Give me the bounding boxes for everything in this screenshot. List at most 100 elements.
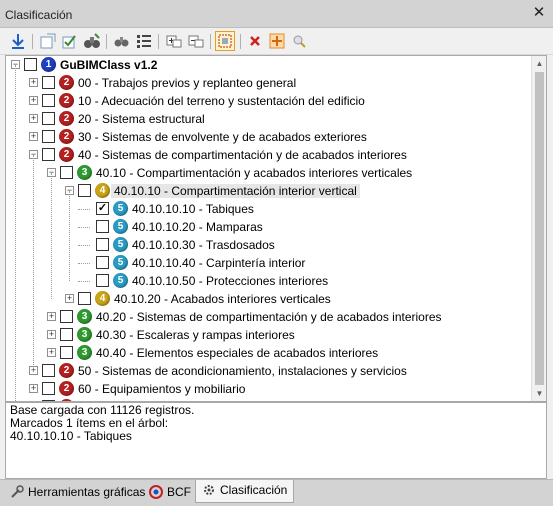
classification-icon <box>202 483 216 500</box>
checkbox[interactable] <box>42 148 55 161</box>
checkbox[interactable] <box>42 364 55 377</box>
level-badge-icon: 2 <box>59 363 74 378</box>
tree-node-label: 00 - Trabajos previos y replanteo genera… <box>78 76 297 90</box>
level-badge-icon: 2 <box>59 129 74 144</box>
checkbox[interactable] <box>42 94 55 107</box>
expand-toggle-icon[interactable]: + <box>29 132 38 141</box>
bcf-icon <box>149 485 163 502</box>
scroll-thumb[interactable] <box>535 72 544 385</box>
tree-node[interactable]: +2 30 - Sistemas de envolvente y de acaba… <box>6 128 532 146</box>
tree-node-label: 50 - Sistemas de acondicionamiento, inst… <box>78 364 407 378</box>
expand-all-icon[interactable] <box>164 31 184 51</box>
checkbox[interactable] <box>96 256 109 269</box>
classification-tree[interactable]: −1 GuBIMClass v1.2 +2 00 - Trabajos previos… <box>5 55 547 402</box>
expand-toggle-icon[interactable]: + <box>29 96 38 105</box>
tree-node[interactable]: +3 40.30 - Escaleras y rampas interiores <box>6 326 532 344</box>
tree-node[interactable]: +2 20 - Sistema estructural <box>6 110 532 128</box>
checkbox-checked[interactable]: ✓ <box>96 202 109 215</box>
level-badge-icon: 5 <box>113 219 128 234</box>
tree-node[interactable]: +2 50 - Sistemas de acondicionamiento, in… <box>6 362 532 380</box>
tab-herramientas-graficas[interactable]: Herramientas gráficas <box>4 482 151 503</box>
tree-node-label: 40 - Sistemas de compartimentación y de … <box>78 148 407 162</box>
checkbox[interactable] <box>42 382 55 395</box>
panel-title: Clasificación <box>5 8 73 22</box>
tree-node[interactable]: +3 40.20 - Sistemas de compartimentación … <box>6 308 532 326</box>
level-badge-icon: 3 <box>77 309 92 324</box>
scroll-down-icon[interactable]: ▼ <box>532 386 546 401</box>
tree-node-label: 40.10.10.20 - Mamparas <box>132 220 263 234</box>
list-icon[interactable] <box>134 31 154 51</box>
move-icon[interactable] <box>267 31 287 51</box>
checkbox[interactable] <box>24 58 37 71</box>
level-badge-icon: 5 <box>113 273 128 288</box>
tab-label: Clasificación <box>220 483 288 497</box>
tab-label: Herramientas gráficas <box>28 485 146 499</box>
level-badge-icon: 2 <box>59 75 74 90</box>
tree-node[interactable]: −4 40.10.10 - Compartimentación interior … <box>6 182 532 200</box>
tab-bcf[interactable]: BCF <box>143 482 197 503</box>
delete-icon[interactable] <box>245 31 265 51</box>
tree-node[interactable]: +2 60 - Equipamientos y mobiliario <box>6 380 532 398</box>
tree-node[interactable]: −2 40 - Sistemas de compartimentación y d… <box>6 146 532 164</box>
checkbox[interactable] <box>42 76 55 89</box>
checkbox[interactable] <box>96 220 109 233</box>
tools-icon <box>10 485 24 502</box>
tree-node[interactable]: ✓ 5 40.10.10.10 - Tabiques <box>6 200 532 218</box>
expand-toggle-icon[interactable]: + <box>47 312 56 321</box>
checkbox[interactable] <box>78 184 91 197</box>
tree-node[interactable]: 5 40.10.10.40 - Carpintería interior <box>6 254 532 272</box>
find-icon[interactable] <box>112 31 132 51</box>
binoculars-icon[interactable] <box>82 31 102 51</box>
tree-node[interactable]: −3 40.10 - Compartimentación y acabados i… <box>6 164 532 182</box>
tree-node[interactable]: 5 40.10.10.20 - Mamparas <box>6 218 532 236</box>
uncheck-icon[interactable] <box>38 31 58 51</box>
panel-titlebar: Clasificación ✕ <box>0 0 553 28</box>
tree-node-label: 40.10.10 - Compartimentación interior ve… <box>111 184 360 198</box>
expand-toggle-icon[interactable]: + <box>47 348 56 357</box>
checkbox[interactable] <box>96 238 109 251</box>
checkbox[interactable] <box>42 130 55 143</box>
bottom-tabs: Herramientas gráficas BCF Clasificación <box>0 479 553 506</box>
download-icon[interactable] <box>8 31 28 51</box>
expand-toggle-icon[interactable]: + <box>47 330 56 339</box>
select-region-icon[interactable] <box>215 31 235 51</box>
level-badge-icon: 2 <box>59 111 74 126</box>
tree-node-label: 40.10.20 - Acabados interiores verticale… <box>114 292 331 306</box>
level-badge-icon: 5 <box>113 237 128 252</box>
collapse-all-icon[interactable] <box>186 31 206 51</box>
checkbox[interactable] <box>60 310 73 323</box>
checkbox[interactable] <box>78 292 91 305</box>
expand-toggle-icon[interactable]: + <box>29 78 38 87</box>
tree-node-label: 40.10 - Compartimentación y acabados int… <box>96 166 413 180</box>
tree-node[interactable]: −1 GuBIMClass v1.2 <box>6 56 532 74</box>
checkbox[interactable] <box>42 112 55 125</box>
expand-toggle-icon[interactable]: + <box>65 294 74 303</box>
checkbox[interactable] <box>60 346 73 359</box>
vertical-scrollbar[interactable]: ▲ ▼ <box>531 56 546 401</box>
info-line: 40.10.10.10 - Tabiques <box>10 429 132 443</box>
level-badge-icon: 4 <box>95 291 110 306</box>
level-badge-icon: 3 <box>77 345 92 360</box>
tab-label: BCF <box>167 485 191 499</box>
tree-node-label: 40.10.10.40 - Carpintería interior <box>132 256 306 270</box>
tree-node[interactable]: +2 10 - Adecuación del terreno y sustenta… <box>6 92 532 110</box>
checkbox[interactable] <box>60 166 73 179</box>
checkbox[interactable] <box>96 274 109 287</box>
expand-toggle-icon[interactable]: + <box>29 384 38 393</box>
checkbox[interactable] <box>60 328 73 341</box>
tab-clasificacion[interactable]: Clasificación <box>195 480 295 503</box>
tree-node[interactable]: 5 40.10.10.30 - Trasdosados <box>6 236 532 254</box>
check-icon[interactable] <box>60 31 80 51</box>
tree-node[interactable]: 5 40.10.10.50 - Protecciones interiores <box>6 272 532 290</box>
tree-node[interactable]: +4 40.10.20 - Acabados interiores vertica… <box>6 290 532 308</box>
zoom-icon[interactable] <box>289 31 309 51</box>
tree-node-label: GuBIMClass v1.2 <box>60 58 158 72</box>
level-badge-icon: 2 <box>59 147 74 162</box>
scroll-up-icon[interactable]: ▲ <box>532 56 546 71</box>
tree-node[interactable]: +3 40.40 - Elementos especiales de acabad… <box>6 344 532 362</box>
tree-node[interactable]: +2 00 - Trabajos previos y replanteo gene… <box>6 74 532 92</box>
expand-toggle-icon[interactable]: + <box>29 114 38 123</box>
level-badge-icon: 5 <box>113 255 128 270</box>
close-icon[interactable]: ✕ <box>531 5 547 21</box>
level-badge-icon: 1 <box>41 57 56 72</box>
